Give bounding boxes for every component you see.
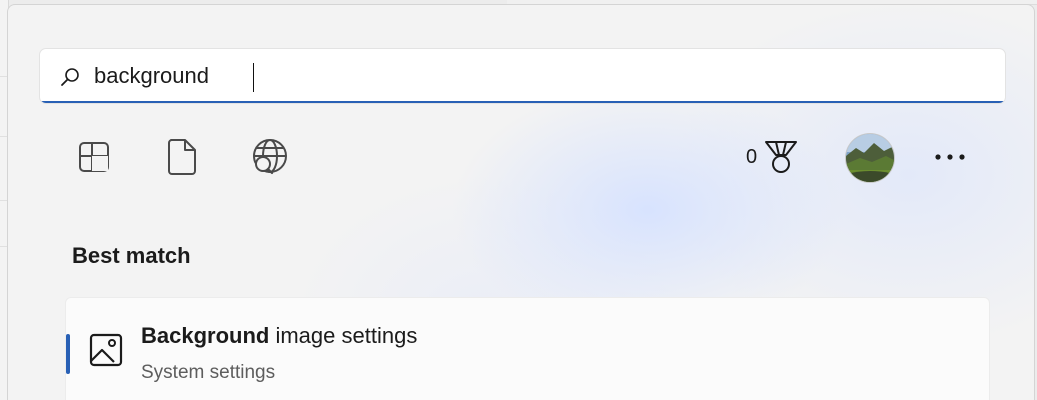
more-icon — [935, 154, 965, 160]
more-options-button[interactable] — [928, 139, 972, 175]
image-settings-icon — [89, 333, 123, 367]
web-filter-button[interactable] — [250, 136, 290, 178]
result-subtitle: System settings — [141, 362, 276, 383]
apps-filter-button[interactable] — [74, 136, 114, 178]
result-title: Background image settings — [141, 323, 417, 349]
search-input[interactable] — [94, 62, 974, 90]
search-panel: 0 Best match — [7, 4, 1035, 400]
best-match-result[interactable]: Background image settings System setting… — [65, 297, 990, 400]
avatar-photo — [846, 134, 894, 182]
rewards-points-button[interactable]: 0 — [746, 136, 799, 178]
document-icon — [168, 139, 196, 175]
rewards-points-count: 0 — [746, 145, 758, 168]
search-icon — [61, 68, 79, 86]
search-box[interactable] — [39, 48, 1006, 104]
selection-indicator — [66, 334, 70, 374]
apps-icon — [79, 142, 109, 172]
documents-filter-button[interactable] — [162, 136, 202, 178]
search-focus-underline — [40, 101, 1005, 103]
web-search-icon — [253, 139, 287, 175]
result-title-match: Background — [141, 323, 270, 348]
text-caret — [253, 63, 254, 92]
user-avatar[interactable] — [846, 134, 894, 182]
best-match-heading: Best match — [72, 243, 191, 268]
medal-icon — [765, 141, 798, 173]
result-title-rest: image settings — [269, 323, 418, 348]
